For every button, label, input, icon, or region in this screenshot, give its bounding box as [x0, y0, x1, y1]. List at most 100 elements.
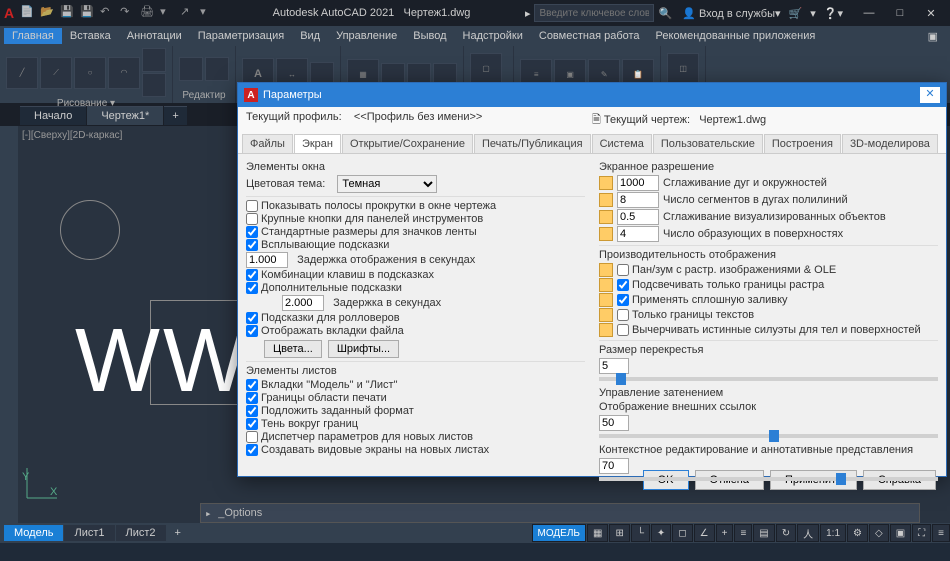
add-layout-button[interactable]: +	[167, 525, 189, 541]
cb-bigbuttons[interactable]: Крупные кнопки для панелей инструментов	[246, 213, 585, 225]
cb-shortcuts[interactable]: Комбинации клавиш в подсказках	[246, 269, 585, 281]
cb-raster[interactable]: Подсвечивать только границы растра	[617, 279, 824, 291]
close-button[interactable]: ✕	[916, 0, 946, 26]
an-icon[interactable]: 人	[797, 524, 819, 542]
cb-printarea[interactable]: Границы области печати	[246, 392, 585, 404]
delay2-input[interactable]	[282, 295, 324, 311]
ortho-icon[interactable]: └	[631, 524, 650, 542]
circle-tool[interactable]: ○	[74, 57, 106, 89]
cb-tooltips[interactable]: Всплывающие подсказки	[246, 239, 585, 251]
crosshair-slider[interactable]	[599, 377, 938, 381]
dlg-tab-user[interactable]: Пользовательские	[653, 134, 763, 153]
cb-pagesetup[interactable]: Диспетчер параметров для новых листов	[246, 431, 585, 443]
cb-panzoom[interactable]: Пан/зум с растр. изображениями & OLE	[617, 264, 836, 276]
new-tab-button[interactable]: +	[164, 106, 186, 125]
cycle-icon[interactable]: ↻	[776, 524, 796, 542]
insert-tool[interactable]: ▢	[470, 53, 502, 85]
tab-output[interactable]: Вывод	[405, 28, 454, 44]
left-toolbar[interactable]	[0, 126, 18, 523]
cb-fill[interactable]: Применять сплошную заливку	[617, 294, 788, 306]
trans-icon[interactable]: ▤	[753, 524, 774, 542]
new-icon[interactable]: 📄	[20, 5, 36, 21]
maximize-button[interactable]: □	[885, 0, 915, 26]
iso-icon[interactable]: ◇	[869, 524, 889, 542]
arc-input[interactable]	[617, 175, 659, 191]
refedit-fade-slider[interactable]	[599, 477, 938, 481]
cb-silh[interactable]: Вычерчивать истинные силуэты для тел и п…	[617, 324, 921, 336]
theme-select[interactable]: Темная	[337, 175, 437, 193]
help-icon[interactable]: ❔▾	[824, 7, 843, 20]
cb-ribbonicons[interactable]: Стандартные размеры для значков ленты	[246, 226, 585, 238]
polar-icon[interactable]: ✦	[651, 524, 671, 542]
doc-tab-start[interactable]: Начало	[20, 106, 86, 125]
cb-paperbg[interactable]: Подложить заданный формат	[246, 405, 585, 417]
line-tool[interactable]: ╱	[6, 57, 38, 89]
dlg-tab-opensave[interactable]: Открытие/Сохранение	[342, 134, 473, 153]
tab-collab[interactable]: Совместная работа	[531, 28, 648, 44]
model-button[interactable]: МОДЕЛЬ	[532, 524, 586, 542]
cb-filetabs[interactable]: Отображать вкладки файла	[246, 325, 585, 337]
command-line[interactable]: ▸ _Options	[200, 503, 920, 523]
tab-layout2[interactable]: Лист2	[116, 525, 166, 541]
dialog-close-button[interactable]: ✕	[920, 87, 940, 103]
tab-layout1[interactable]: Лист1	[64, 525, 114, 541]
dlg-tab-display[interactable]: Экран	[294, 134, 341, 153]
view-label[interactable]: [-][Сверху][2D-каркас]	[22, 130, 122, 141]
crosshair-input[interactable]	[599, 358, 629, 374]
max-icon[interactable]: ⛶	[912, 524, 931, 542]
undo-icon[interactable]: ↶	[100, 5, 116, 21]
cloud-icon[interactable]: ▾	[810, 7, 816, 20]
refedit-fade-input[interactable]	[599, 458, 629, 474]
more-icon[interactable]: ▾	[200, 5, 216, 21]
polyline-tool[interactable]: ⟋	[40, 57, 72, 89]
hw-icon[interactable]: ▣	[890, 524, 911, 542]
gear-icon[interactable]: ⚙	[847, 524, 868, 542]
apps-icon[interactable]: 🛒	[789, 7, 803, 20]
surf-input[interactable]	[617, 226, 659, 242]
cb-exttips[interactable]: Дополнительные подсказки	[246, 282, 585, 294]
cust-icon[interactable]: ≡	[932, 524, 950, 542]
cb-rollover[interactable]: Подсказки для ролловеров	[246, 312, 585, 324]
dyn-icon[interactable]: +	[716, 524, 734, 542]
edit2-icon[interactable]	[205, 57, 229, 81]
view-tool[interactable]: ◫	[667, 53, 699, 85]
cb-scroll[interactable]: Показывать полосы прокрутки в окне черте…	[246, 200, 585, 212]
seg-input[interactable]	[617, 192, 659, 208]
arc-tool[interactable]: ◠	[108, 57, 140, 89]
grid-icon[interactable]: ▦	[587, 524, 608, 542]
dlg-tab-draft[interactable]: Построения	[764, 134, 841, 153]
tab-view[interactable]: Вид	[292, 28, 328, 44]
dialog-titlebar[interactable]: A Параметры ✕	[238, 83, 946, 107]
minimize-button[interactable]: —	[854, 0, 884, 26]
dlg-tab-files[interactable]: Файлы	[242, 134, 293, 153]
tab-featured[interactable]: Рекомендованные приложения	[648, 28, 824, 44]
tab-parametric[interactable]: Параметризация	[190, 28, 292, 44]
login-link[interactable]: 👤 Вход в службы▾	[682, 7, 780, 20]
tab-manage[interactable]: Управление	[328, 28, 405, 44]
xref-fade-input[interactable]	[599, 415, 629, 431]
search-input[interactable]	[534, 4, 654, 22]
tab-annotate[interactable]: Аннотации	[119, 28, 190, 44]
otool gösicon[interactable]: ∠	[694, 524, 715, 542]
fonts-button[interactable]: Шрифты...	[328, 340, 399, 358]
dlg-tab-plot[interactable]: Печать/Публикация	[474, 134, 591, 153]
cb-viewports[interactable]: Создавать видовые экраны на новых листах	[246, 444, 585, 456]
edit1-icon[interactable]	[179, 57, 203, 81]
tool2-icon[interactable]	[142, 73, 166, 97]
tab-insert[interactable]: Вставка	[62, 28, 119, 44]
xref-fade-slider[interactable]	[599, 434, 938, 438]
scale-button[interactable]: 1:1	[820, 524, 846, 542]
share-icon[interactable]: ↗	[180, 5, 196, 21]
delay1-input[interactable]	[246, 252, 288, 268]
cb-textframe[interactable]: Только границы текстов	[617, 309, 754, 321]
app-icon[interactable]: A	[4, 5, 14, 21]
save-icon[interactable]: 💾	[60, 5, 76, 21]
dlg-tab-3d[interactable]: 3D-моделирова	[842, 134, 938, 153]
redo-icon[interactable]: ↷	[120, 5, 136, 21]
search-icon[interactable]: 🔍	[658, 7, 672, 20]
snap-icon[interactable]: ⊞	[609, 524, 629, 542]
doc-tab-drawing1[interactable]: Чертеж1*	[87, 106, 163, 125]
dlg-tab-system[interactable]: Система	[592, 134, 652, 153]
search-box[interactable]: ▸ 🔍	[525, 4, 672, 22]
lw-icon[interactable]: ≡	[734, 524, 752, 542]
